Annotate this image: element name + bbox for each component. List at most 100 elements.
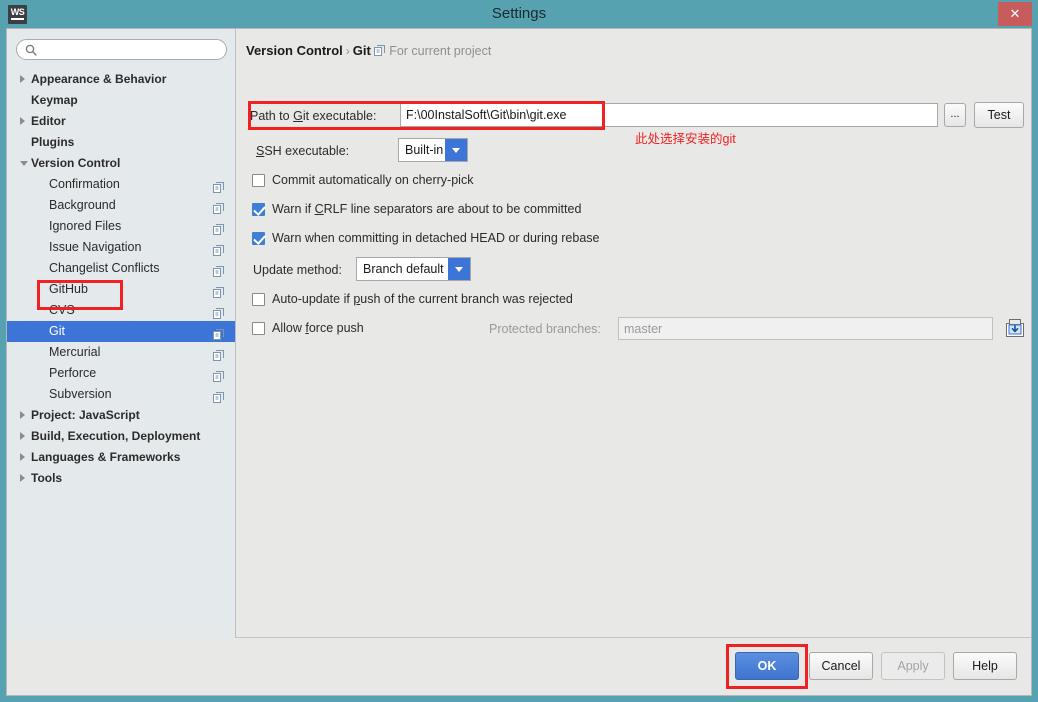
ssh-executable-label: SSH executable: xyxy=(256,144,350,158)
breadcrumb-current: Git xyxy=(352,43,371,58)
sidebar-item-label: GitHub xyxy=(49,282,88,296)
cherry-pick-checkbox[interactable] xyxy=(252,174,265,187)
sidebar-item-label: Project: JavaScript xyxy=(31,408,140,422)
breadcrumb-parent[interactable]: Version Control xyxy=(246,43,343,58)
sidebar-item-label: Plugins xyxy=(31,135,75,149)
breadcrumb: Version Control › Git For current project xyxy=(246,42,491,60)
title-bar: WS Settings ✕ xyxy=(0,0,1038,28)
sidebar-item-label: Keymap xyxy=(31,93,78,107)
sidebar-item-changelist-conflicts[interactable]: Changelist Conflicts xyxy=(7,258,235,279)
update-method-value: Branch default xyxy=(363,262,444,276)
chevron-right-icon[interactable] xyxy=(20,453,25,461)
git-path-input[interactable] xyxy=(401,104,937,126)
project-scope-icon xyxy=(213,221,224,235)
crlf-warn-checkbox[interactable] xyxy=(252,203,266,216)
close-icon[interactable]: ✕ xyxy=(998,2,1032,26)
chevron-down-icon[interactable] xyxy=(448,258,470,280)
sidebar-item-label: Subversion xyxy=(49,387,112,401)
git-path-annotation: 此处选择安装的git xyxy=(635,132,736,146)
sidebar-item-perforce[interactable]: Perforce xyxy=(7,363,235,384)
sidebar-item-plugins[interactable]: Plugins xyxy=(7,132,235,153)
breadcrumb-scope: For current project xyxy=(374,44,491,58)
sidebar-item-subversion[interactable]: Subversion xyxy=(7,384,235,405)
allow-force-push-checkbox[interactable] xyxy=(252,322,265,335)
crlf-warn-label[interactable]: Warn if CRLF line separators are about t… xyxy=(272,202,581,216)
git-path-field[interactable] xyxy=(400,103,938,127)
sidebar-item-appearance-behavior[interactable]: Appearance & Behavior xyxy=(7,69,235,90)
chevron-right-icon[interactable] xyxy=(20,75,25,83)
sidebar-item-editor[interactable]: Editor xyxy=(7,111,235,132)
sidebar-item-keymap[interactable]: Keymap xyxy=(7,90,235,111)
git-path-test-button[interactable]: Test xyxy=(974,102,1024,128)
ssh-executable-combo[interactable]: Built-in xyxy=(398,138,468,162)
sidebar-item-build-execution-deployment[interactable]: Build, Execution, Deployment xyxy=(7,426,235,447)
protected-branches-field[interactable] xyxy=(618,317,993,340)
sidebar-item-ignored-files[interactable]: Ignored Files xyxy=(7,216,235,237)
protected-branches-input[interactable] xyxy=(619,318,992,339)
auto-update-checkbox[interactable] xyxy=(252,293,265,306)
sidebar-item-languages-frameworks[interactable]: Languages & Frameworks xyxy=(7,447,235,468)
ssh-executable-value: Built-in xyxy=(405,143,444,157)
project-scope-icon xyxy=(213,242,224,256)
expand-list-icon[interactable] xyxy=(1005,318,1025,338)
detached-head-warn-label[interactable]: Warn when committing in detached HEAD or… xyxy=(272,231,599,245)
sidebar-item-git[interactable]: Git xyxy=(7,321,235,342)
sidebar-item-label: Mercurial xyxy=(49,345,101,359)
cancel-button[interactable]: Cancel xyxy=(809,652,873,680)
sidebar-item-version-control[interactable]: Version Control xyxy=(7,153,235,174)
auto-update-label[interactable]: Auto-update if push of the current branc… xyxy=(272,292,573,306)
project-scope-icon xyxy=(213,368,224,382)
protected-branches-label: Protected branches: xyxy=(489,322,601,336)
help-button[interactable]: Help xyxy=(953,652,1017,680)
settings-dialog: Appearance & Behavior Keymap Editor Plugins… xyxy=(6,28,1032,696)
project-scope-icon xyxy=(374,43,386,56)
project-scope-icon xyxy=(213,179,224,193)
chevron-right-icon[interactable] xyxy=(20,117,25,125)
sidebar-item-issue-navigation[interactable]: Issue Navigation xyxy=(7,237,235,258)
dialog-button-bar: OK Cancel Apply Help xyxy=(7,638,1031,695)
sidebar-item-label: Issue Navigation xyxy=(49,240,142,254)
git-path-browse-button[interactable]: ... xyxy=(944,103,966,127)
sidebar-item-github[interactable]: GitHub xyxy=(7,279,235,300)
sidebar-item-label: Tools xyxy=(31,471,63,485)
sidebar-item-project-javascript[interactable]: Project: JavaScript xyxy=(7,405,235,426)
update-method-label: Update method: xyxy=(253,263,342,277)
chevron-right-icon[interactable] xyxy=(20,411,25,419)
allow-force-push-label[interactable]: Allow force push xyxy=(272,321,364,335)
project-scope-icon xyxy=(213,263,224,277)
chevron-down-icon[interactable] xyxy=(20,161,28,166)
update-method-combo[interactable]: Branch default xyxy=(356,257,471,281)
chevron-right-icon[interactable] xyxy=(20,432,25,440)
cherry-pick-label[interactable]: Commit automatically on cherry-pick xyxy=(272,173,473,187)
search-icon xyxy=(25,44,37,56)
breadcrumb-scope-text: For current project xyxy=(389,44,492,58)
apply-button: Apply xyxy=(881,652,945,680)
sidebar-item-label: Confirmation xyxy=(49,177,120,191)
sidebar-item-label: Changelist Conflicts xyxy=(49,261,160,275)
project-scope-icon xyxy=(213,326,224,340)
chevron-down-icon[interactable] xyxy=(445,139,467,161)
breadcrumb-separator: › xyxy=(345,44,350,58)
sidebar-item-background[interactable]: Background xyxy=(7,195,235,216)
sidebar-item-mercurial[interactable]: Mercurial xyxy=(7,342,235,363)
settings-tree[interactable]: Appearance & Behavior Keymap Editor Plugins… xyxy=(7,69,235,489)
sidebar-item-label: Version Control xyxy=(31,156,121,170)
sidebar-item-confirmation[interactable]: Confirmation xyxy=(7,174,235,195)
search-box[interactable] xyxy=(16,39,227,60)
detached-head-warn-checkbox[interactable] xyxy=(252,232,266,245)
chevron-right-icon[interactable] xyxy=(20,474,25,482)
sidebar-item-label: Build, Execution, Deployment xyxy=(31,429,201,443)
sidebar-item-label: Editor xyxy=(31,114,66,128)
sidebar-item-label: Ignored Files xyxy=(49,219,122,233)
project-scope-icon xyxy=(213,200,224,214)
project-scope-icon xyxy=(213,347,224,361)
sidebar-item-cvs[interactable]: CVS xyxy=(7,300,235,321)
search-input[interactable] xyxy=(41,42,223,59)
git-path-label: Path to Git executable: xyxy=(250,109,377,123)
sidebar-item-label: Appearance & Behavior xyxy=(31,72,167,86)
ok-button[interactable]: OK xyxy=(735,652,799,680)
sidebar-item-tools[interactable]: Tools xyxy=(7,468,235,489)
git-settings-panel: Version Control › Git For current project … xyxy=(236,29,1031,638)
sidebar-item-label: Git xyxy=(49,324,65,338)
sidebar-item-label: CVS xyxy=(49,303,75,317)
